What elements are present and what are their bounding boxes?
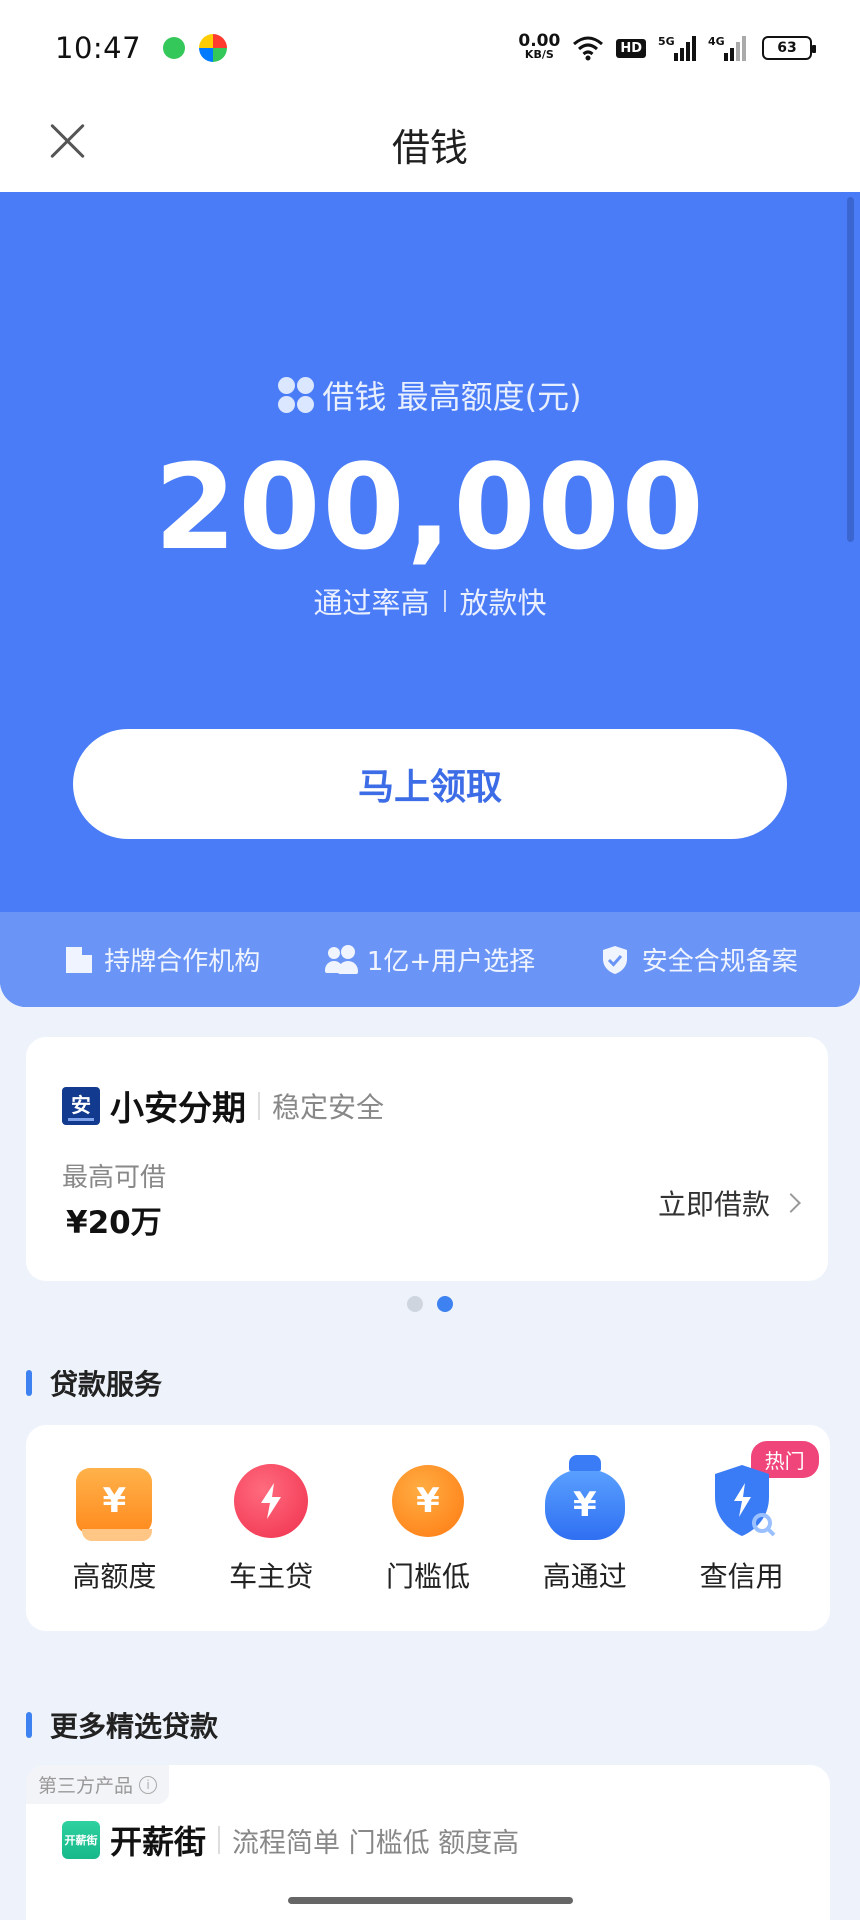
status-bar: 10:47 0.00 KB/S HD 5G 4G 63 (0, 0, 860, 96)
max-amount: 200,000 (154, 438, 706, 576)
hero-label-row: 借钱 最高额度(元) (0, 372, 860, 418)
services-title: 贷款服务 (50, 1368, 163, 1401)
claim-now-button[interactable]: 马上领取 (73, 729, 787, 839)
status-time: 10:47 (55, 31, 142, 65)
service-car-owner-loan[interactable]: 车主贷 (196, 1461, 346, 1595)
network-speed: 0.00 KB/S (518, 31, 561, 62)
product-brand-row: 安 小安分期 稳定安全 (62, 1081, 384, 1130)
info-icon[interactable]: i (139, 1775, 158, 1794)
service-high-approval[interactable]: ¥ 高通过 (510, 1461, 660, 1595)
building-icon (62, 945, 94, 975)
xiaoan-logo-icon: 安 (62, 1086, 100, 1125)
loan-brand-row: 开薪街 开薪街 流程简单 门槛低 额度高 (62, 1817, 519, 1863)
borrow-now-link[interactable]: 立即借款 (658, 1183, 801, 1223)
trust-item-licensed: 持牌合作机构 (62, 941, 260, 978)
tag-fast-payout: 放款快 (459, 586, 547, 620)
third-party-label: 第三方产品 i (26, 1765, 170, 1804)
kaixinjie-logo-icon: 开薪街 (62, 1821, 100, 1859)
tag-divider (443, 590, 446, 612)
product-name: 小安分期 (110, 1089, 246, 1129)
message-app-icon (163, 37, 186, 59)
limit-label: 最高可借 (62, 1163, 167, 1193)
trust-strip: 持牌合作机构 1亿+用户选择 安全合规备案 (0, 912, 860, 1007)
hero-tags: 通过率高 放款快 (0, 580, 860, 622)
nav-bar: 借钱 (0, 96, 860, 192)
service-low-threshold[interactable]: ¥ 门槛低 (353, 1461, 503, 1595)
coin-yen-icon: ¥ (388, 1461, 468, 1541)
more-loans-title: 更多精选贷款 (50, 1710, 219, 1743)
hero-label: 借钱 最高额度(元) (322, 378, 582, 416)
carousel-pager (0, 1296, 860, 1312)
bolt-icon (231, 1461, 311, 1541)
brand-divider (218, 1826, 221, 1854)
loan-tagline: 流程简单 门槛低 额度高 (232, 1827, 520, 1859)
shield-check-icon (600, 945, 632, 975)
chevron-right-icon (781, 1193, 801, 1213)
trust-item-users: 1亿+用户选择 (324, 941, 535, 978)
more-loans-header: 更多精选贷款 (26, 1705, 218, 1745)
wifi-icon (573, 36, 604, 61)
trust-item-compliance: 安全合规备案 (600, 941, 798, 978)
service-high-limit[interactable]: ¥ 高额度 (39, 1461, 189, 1595)
product-card[interactable]: 安 小安分期 稳定安全 最高可借 ¥20万 立即借款 (26, 1037, 828, 1281)
service-check-credit[interactable]: 热门 查信用 (667, 1441, 819, 1595)
battery-icon: 63 (762, 36, 816, 60)
hd-voice-badge: HD (616, 38, 646, 58)
close-icon[interactable] (44, 116, 92, 164)
card-yen-icon: ¥ (74, 1461, 154, 1541)
pager-dot[interactable] (407, 1296, 423, 1312)
home-indicator[interactable] (288, 1897, 573, 1904)
page-title: 借钱 (391, 125, 468, 170)
section-accent-bar (26, 1712, 32, 1738)
tag-high-pass-rate: 通过率高 (313, 586, 430, 620)
users-icon (324, 944, 358, 975)
hero-banner: 借钱 最高额度(元) 200,000 通过率高 放款快 马上领取 持牌合作机构 … (0, 192, 860, 1007)
services-header: 贷款服务 (26, 1363, 162, 1403)
section-accent-bar (26, 1370, 32, 1396)
status-indicators: 0.00 KB/S HD 5G 4G 63 (518, 31, 816, 62)
pager-dot-active[interactable] (437, 1296, 453, 1312)
signal-4g-icon: 4G (708, 35, 746, 61)
money-bag-icon: ¥ (544, 1461, 625, 1541)
loan-name: 开薪街 (110, 1823, 207, 1861)
product-tagline: 稳定安全 (272, 1090, 385, 1124)
brand-divider (258, 1091, 260, 1120)
app-notification-icon (199, 34, 228, 62)
clover-icon (278, 377, 315, 413)
signal-5g-icon: 5G (658, 35, 696, 61)
shield-search-icon (707, 1461, 777, 1541)
services-card: ¥ 高额度 车主贷 ¥ 门槛低 ¥ 高通过 热门 查信用 (26, 1425, 830, 1631)
limit-value: ¥20万 (66, 1205, 162, 1241)
